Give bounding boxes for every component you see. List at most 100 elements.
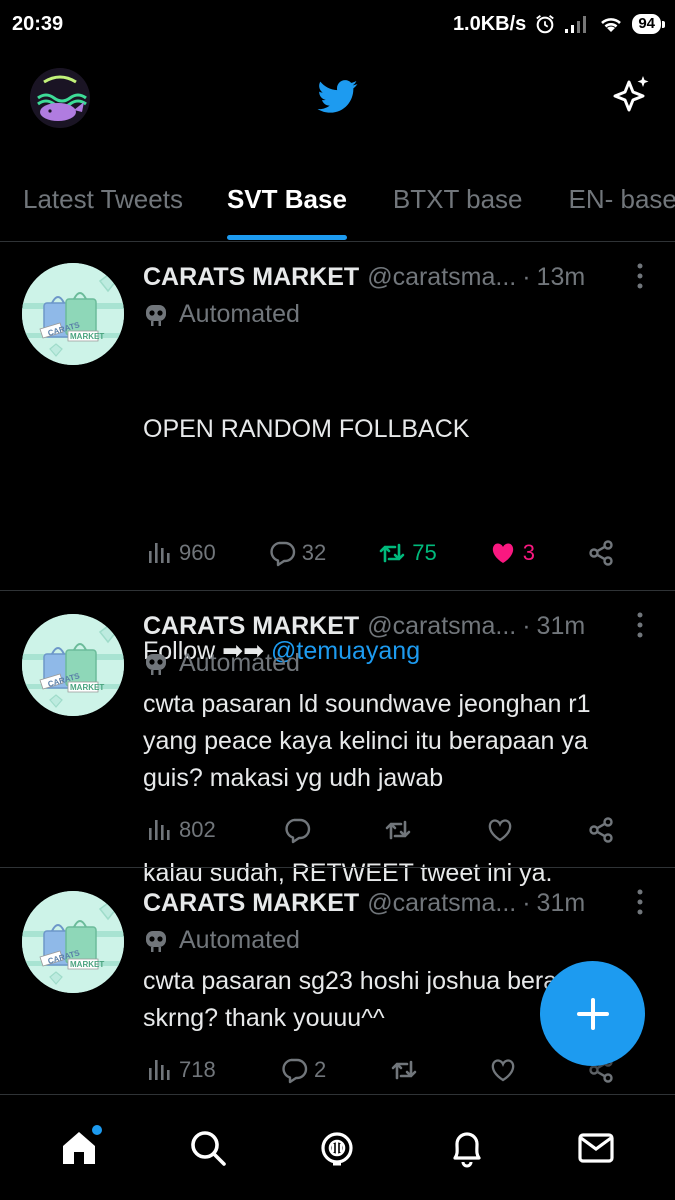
heart-icon bbox=[488, 819, 511, 842]
tweet-time: 31m bbox=[536, 611, 586, 640]
share-button[interactable] bbox=[587, 537, 615, 569]
bot-icon bbox=[146, 654, 166, 675]
tweet-avatar[interactable]: CARATS MARKET bbox=[22, 614, 124, 716]
profile-avatar[interactable] bbox=[30, 68, 90, 128]
author-name[interactable]: CARATS MARKET bbox=[143, 889, 359, 918]
reply-icon bbox=[282, 1058, 308, 1084]
wifi-icon bbox=[601, 18, 622, 32]
nav-spaces[interactable] bbox=[302, 1113, 372, 1183]
reply-icon bbox=[270, 541, 295, 567]
tweet-actions: 802 bbox=[145, 814, 615, 846]
nav-search[interactable] bbox=[173, 1113, 243, 1183]
retweet-count: 75 bbox=[412, 540, 437, 565]
author-handle[interactable]: @caratsma... bbox=[367, 263, 516, 292]
whale-avatar-art bbox=[30, 68, 90, 128]
tab-svt-base[interactable]: SVT Base bbox=[226, 160, 347, 241]
retweet-icon bbox=[386, 820, 411, 840]
tweet-actions: 960 32 75 3 bbox=[145, 537, 615, 569]
more-options-icon[interactable] bbox=[637, 263, 643, 289]
like-count: 3 bbox=[522, 540, 535, 565]
automated-text: Automated bbox=[179, 925, 300, 954]
automated-label: Automated bbox=[143, 648, 657, 678]
tweet-avatar[interactable]: CARATS MARKET bbox=[22, 263, 124, 365]
bot-icon bbox=[146, 931, 166, 952]
spaces-icon bbox=[321, 1131, 354, 1165]
tweet-actions: 718 2 bbox=[145, 1054, 615, 1086]
heart-filled-icon bbox=[492, 543, 513, 563]
reply-button[interactable]: 2 bbox=[280, 1054, 326, 1086]
app-header bbox=[0, 48, 675, 158]
status-time: 20:39 bbox=[12, 12, 64, 35]
active-tab-indicator bbox=[226, 235, 347, 240]
automated-label: Automated bbox=[143, 925, 657, 955]
separator-dot: · bbox=[522, 262, 531, 291]
views-button[interactable]: 802 bbox=[145, 814, 216, 846]
retweet-button[interactable] bbox=[390, 1054, 424, 1086]
messages-icon bbox=[578, 1132, 614, 1163]
signal-icon bbox=[565, 16, 587, 33]
sparkle-icon[interactable] bbox=[609, 74, 653, 118]
views-count: 718 bbox=[179, 1057, 216, 1082]
share-icon bbox=[589, 817, 613, 843]
more-options-icon[interactable] bbox=[637, 889, 643, 915]
heart-icon bbox=[491, 1059, 514, 1082]
like-button[interactable]: 3 bbox=[489, 537, 535, 569]
tweet-body: CARATS MARKET @caratsma... · 31m Automat… bbox=[143, 610, 657, 797]
share-button[interactable] bbox=[587, 814, 615, 846]
like-button[interactable] bbox=[486, 814, 520, 846]
author-handle[interactable]: @caratsma... bbox=[367, 612, 516, 641]
notifications-icon bbox=[453, 1131, 481, 1167]
tab-label: Latest Tweets bbox=[23, 184, 183, 214]
views-button[interactable]: 960 bbox=[145, 537, 216, 569]
network-speed: 1.0KB/s bbox=[452, 12, 527, 35]
author-handle[interactable]: @caratsma... bbox=[367, 889, 516, 918]
reply-count: 32 bbox=[301, 540, 327, 565]
retweet-button[interactable]: 75 bbox=[378, 537, 437, 569]
status-icons: 1.0KB/s 94 bbox=[452, 12, 665, 36]
retweet-button[interactable] bbox=[384, 814, 418, 846]
automated-text: Automated bbox=[179, 299, 300, 328]
bot-icon bbox=[146, 305, 166, 326]
tweet-header: CARATS MARKET @caratsma... · 31m bbox=[143, 887, 657, 919]
retweet-icon bbox=[392, 1060, 417, 1080]
tweet[interactable]: CARATS MARKET CARATS MARKET @caratsma...… bbox=[0, 592, 675, 868]
author-name[interactable]: CARATS MARKET bbox=[143, 612, 359, 641]
notification-dot bbox=[91, 1124, 102, 1135]
views-icon bbox=[149, 1060, 170, 1080]
compose-tweet-button[interactable] bbox=[540, 961, 645, 1066]
more-options-icon[interactable] bbox=[637, 612, 643, 638]
avatar-text-market: MARKET bbox=[70, 683, 104, 692]
views-icon bbox=[149, 543, 170, 563]
tweet-text-line: OPEN RANDOM FOLLBACK bbox=[143, 415, 470, 443]
tweet-time: 13m bbox=[536, 262, 586, 291]
views-button[interactable]: 718 bbox=[145, 1054, 216, 1086]
reply-count: 2 bbox=[313, 1057, 327, 1082]
tab-en-base[interactable]: EN- base bbox=[569, 160, 675, 241]
timeline-tabs: Latest Tweets SVT Base BTXT base EN- bas… bbox=[0, 160, 675, 242]
status-bar: 20:39 1.0KB/s 94 bbox=[0, 0, 675, 48]
separator-dot: · bbox=[522, 888, 531, 917]
tweet-avatar[interactable]: CARATS MARKET bbox=[22, 891, 124, 993]
reply-button[interactable]: 32 bbox=[268, 537, 326, 569]
twitter-bird-icon[interactable] bbox=[316, 76, 360, 116]
like-button[interactable] bbox=[489, 1054, 523, 1086]
reply-button[interactable] bbox=[283, 814, 317, 846]
tab-latest-tweets[interactable]: Latest Tweets bbox=[23, 160, 183, 241]
tab-btxt-base[interactable]: BTXT base bbox=[392, 160, 523, 241]
bottom-navigation bbox=[0, 1094, 675, 1200]
tweet-text: cwta pasaran ld soundwave jeonghan r1 ya… bbox=[143, 690, 598, 792]
separator-dot: · bbox=[522, 611, 531, 640]
battery-indicator: 94 bbox=[632, 14, 665, 34]
nav-notifications[interactable] bbox=[432, 1113, 502, 1183]
plus-icon bbox=[576, 997, 609, 1030]
tweet-time: 31m bbox=[536, 888, 586, 917]
nav-messages[interactable] bbox=[561, 1113, 631, 1183]
automated-label: Automated bbox=[143, 299, 657, 329]
automated-text: Automated bbox=[179, 648, 300, 677]
reply-icon bbox=[285, 818, 311, 844]
avatar-text-market: MARKET bbox=[70, 332, 104, 341]
author-name[interactable]: CARATS MARKET bbox=[143, 263, 359, 292]
nav-home[interactable] bbox=[44, 1113, 114, 1183]
tab-label: BTXT base bbox=[392, 184, 523, 214]
tweet[interactable]: CARATS MARKET CARATS MARKET @caratsma...… bbox=[0, 243, 675, 887]
